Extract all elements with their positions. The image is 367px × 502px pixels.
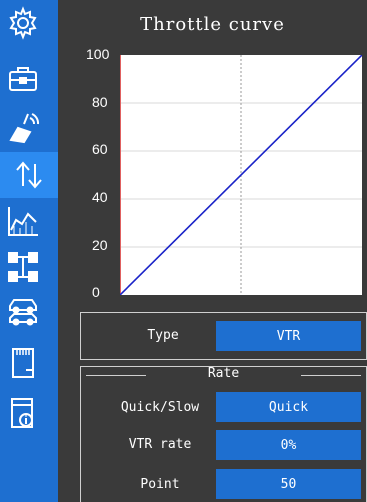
- y-tick-label: 60: [92, 141, 108, 157]
- type-value-button[interactable]: VTR: [216, 321, 361, 351]
- chart-canvas[interactable]: [120, 55, 362, 295]
- quick-slow-button[interactable]: Quick: [216, 392, 361, 422]
- point-label: Point: [140, 477, 180, 492]
- y-tick-label: 80: [92, 94, 108, 110]
- y-tick-label: 20: [92, 237, 108, 253]
- point-button[interactable]: 50: [216, 469, 361, 499]
- y-tick-label: 40: [92, 189, 108, 205]
- rate-header-line-left: [86, 375, 146, 376]
- device-info-icon[interactable]: [4, 394, 42, 432]
- rate-title: Rate: [207, 366, 240, 381]
- sd-card-icon[interactable]: [4, 344, 42, 382]
- vtr-rate-label: VTR rate: [128, 437, 192, 452]
- type-label: Type: [147, 328, 179, 343]
- rate-header: Rate: [80, 366, 367, 386]
- y-tick-label: 100: [86, 46, 110, 62]
- y-tick-label: 0: [92, 284, 100, 300]
- vtr-rate-button[interactable]: 0%: [216, 430, 361, 460]
- quick-slow-label: Quick/Slow: [120, 400, 200, 415]
- rate-header-line-right: [301, 375, 361, 376]
